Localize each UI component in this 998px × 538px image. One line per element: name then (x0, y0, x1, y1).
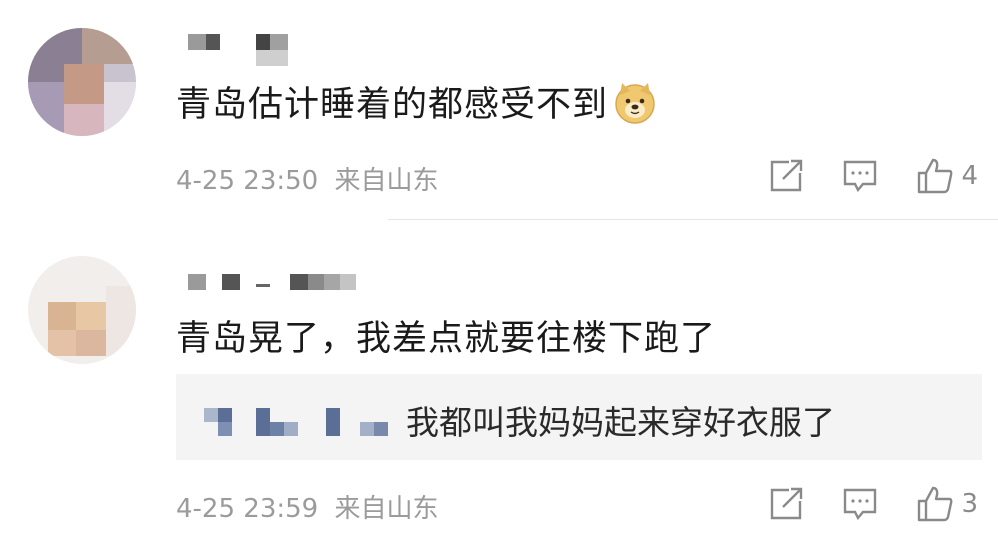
reply-text: 我都叫我妈妈起来穿好衣服了 (406, 403, 835, 442)
like-count: 3 (961, 489, 978, 519)
avatar[interactable] (28, 256, 136, 364)
comment-actions: 3 (731, 484, 978, 524)
repost-button[interactable] (767, 485, 805, 523)
like-icon (918, 486, 953, 522)
reply-button[interactable] (841, 485, 879, 523)
repost-icon (771, 159, 803, 192)
comment-item-2: 青岛晃了，我差点就要往楼下跑了 我都叫我妈妈起来穿好衣服了 4-25 23:59… (0, 220, 998, 538)
like-icon (918, 158, 953, 194)
comment-source: 来自山东 (334, 166, 439, 196)
comment-time: 4-25 23:50 (176, 166, 319, 196)
like-count: 4 (961, 161, 978, 191)
comment-icon (844, 488, 877, 521)
comment-actions: 4 (731, 156, 978, 196)
comment-meta: 4-25 23:50 来自山东 (176, 160, 438, 197)
comment-source: 来自山东 (334, 494, 439, 524)
doge-emoji-icon (612, 79, 658, 134)
repost-icon (771, 487, 803, 520)
comment-time: 4-25 23:59 (176, 494, 319, 524)
avatar[interactable] (28, 28, 136, 136)
like-button[interactable]: 4 (915, 156, 978, 196)
comment-text: 青岛晃了，我差点就要往楼下跑了 (176, 319, 717, 359)
comment-icon (844, 160, 877, 193)
reply-button[interactable] (841, 157, 879, 195)
repost-button[interactable] (767, 157, 805, 195)
comment-meta: 4-25 23:59 来自山东 (176, 488, 438, 525)
like-button[interactable]: 3 (915, 484, 978, 524)
comment-item-1: 青岛估计睡着的都感受不到 4-25 23:50 来自山东 4 (0, 0, 998, 220)
comment-text: 青岛估计睡着的都感受不到 (176, 76, 658, 134)
